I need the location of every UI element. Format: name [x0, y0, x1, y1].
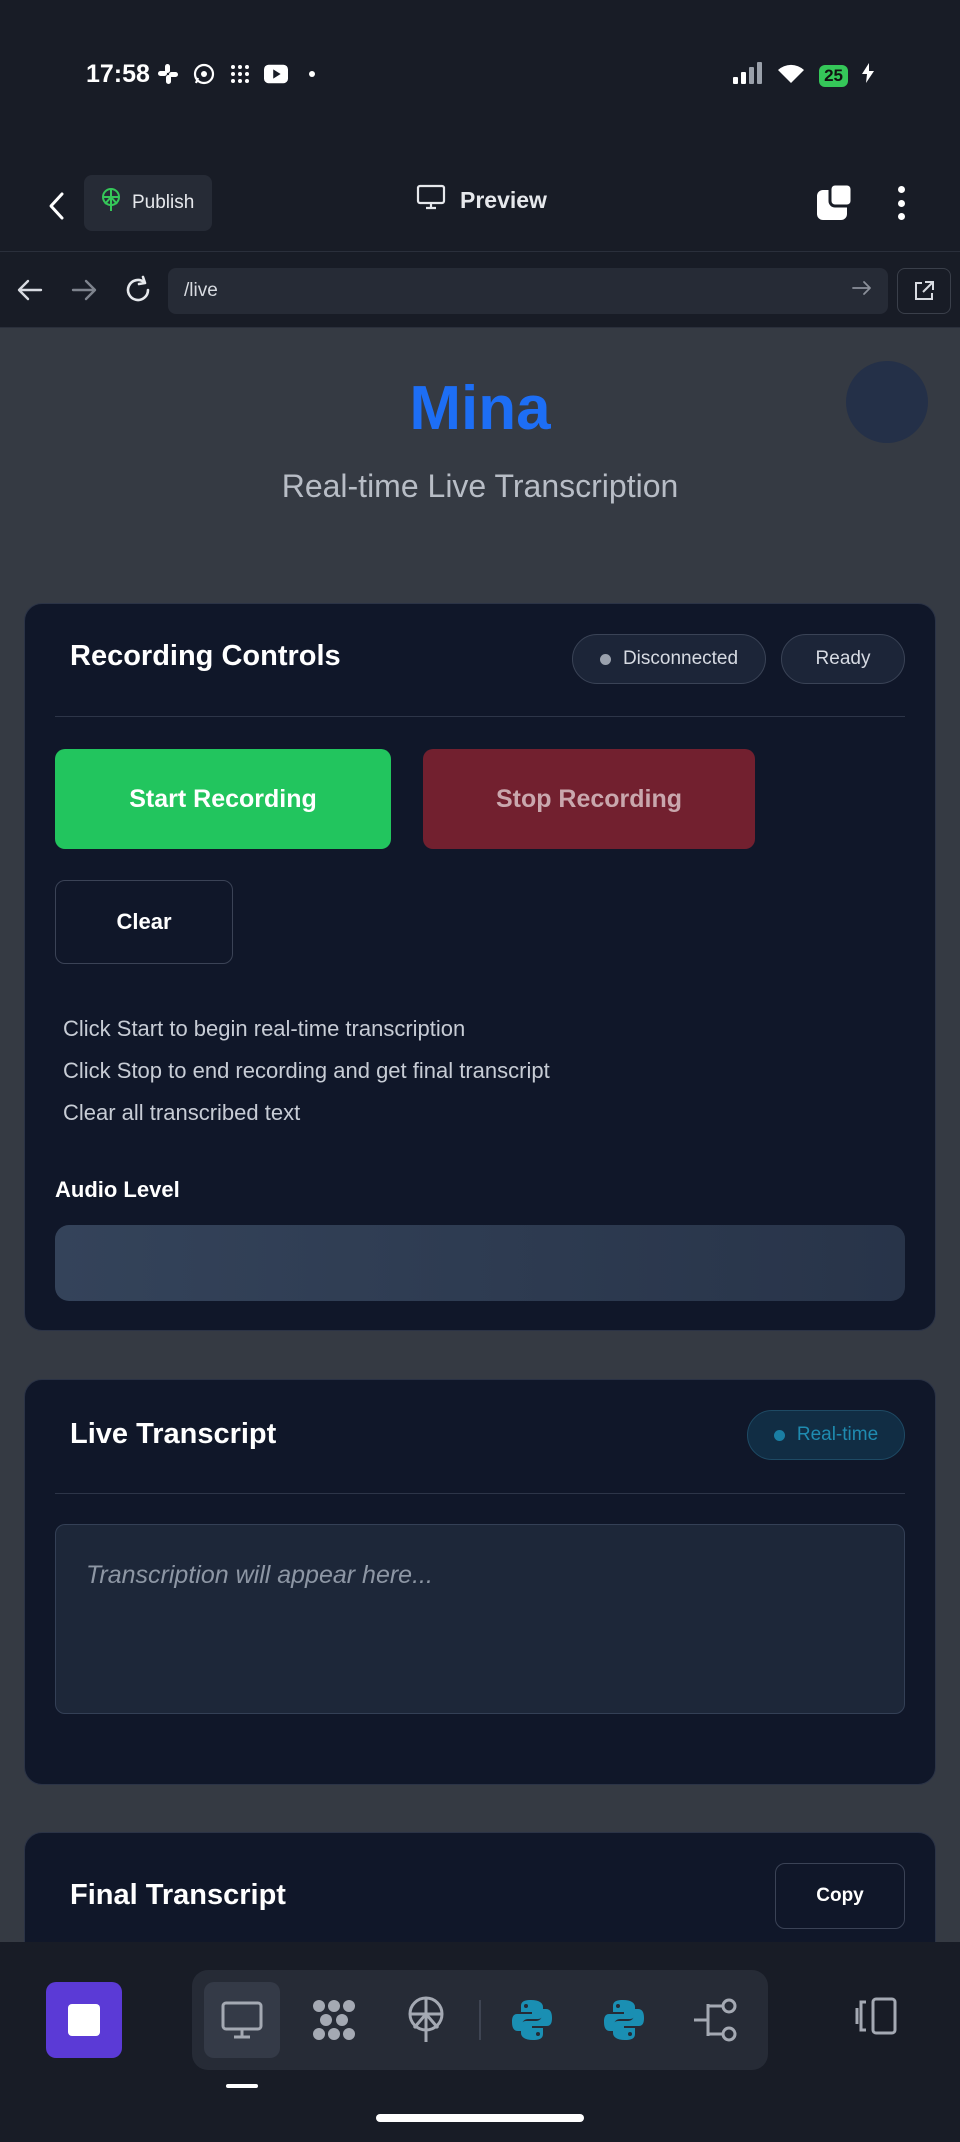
- app-header: Publish Preview: [0, 160, 960, 252]
- hint-text: Click Stop to end recording and get fina…: [63, 1058, 550, 1083]
- status-time: 17:58: [86, 60, 150, 88]
- page-subtitle: Real-time Live Transcription: [281, 468, 679, 504]
- notification-icons: [156, 62, 324, 86]
- divider: [55, 1493, 905, 1494]
- nav-back-button[interactable]: [10, 270, 50, 310]
- chevron-left-icon: [49, 192, 64, 220]
- stop-recording-button[interactable]: Stop Recording: [423, 749, 755, 849]
- state-status-badge: Ready: [781, 634, 905, 684]
- arrow-left-icon: [17, 279, 43, 301]
- bottom-dock: [0, 1942, 960, 2142]
- system-status: 25: [733, 62, 874, 89]
- publish-label: Publish: [132, 192, 195, 213]
- network-icon: [313, 2000, 355, 2040]
- state-status-label: Ready: [815, 648, 871, 669]
- live-transcript-card: Live Transcript Real-time Transcription …: [24, 1379, 936, 1785]
- tool-python-1[interactable]: [494, 1982, 570, 2058]
- wifi-icon: [777, 62, 805, 89]
- hint-text: Click Start to begin real-time transcrip…: [63, 1016, 466, 1041]
- tool-python-2[interactable]: [586, 1982, 662, 2058]
- card-title: Live Transcript: [70, 1418, 277, 1450]
- stop-icon: [68, 2004, 100, 2036]
- tool-group: [192, 1970, 768, 2070]
- url-text: /live: [184, 280, 218, 301]
- page-content: Mina Real-time Live Transcription Record…: [0, 328, 960, 1942]
- brand-title: Mina: [409, 374, 551, 443]
- publish-icon: [100, 188, 122, 218]
- card-title: Final Transcript: [70, 1879, 286, 1911]
- git-branch-icon: [694, 1998, 737, 2042]
- audio-level-label: Audio Level: [55, 1177, 180, 1202]
- clear-button[interactable]: Clear: [55, 880, 233, 964]
- youtube-icon: [264, 62, 288, 86]
- connection-status-badge: Disconnected: [572, 634, 766, 684]
- status-bar: 17:58 25: [0, 0, 960, 160]
- status-dot: [773, 1429, 785, 1441]
- start-recording-button[interactable]: Start Recording: [55, 749, 391, 849]
- copy-button[interactable]: Copy: [775, 1863, 905, 1929]
- slack-icon: [156, 62, 180, 86]
- transcript-placeholder: Transcription will appear here...: [86, 1561, 433, 1589]
- python-icon: [512, 2000, 552, 2040]
- live-transcript-area[interactable]: Transcription will appear here...: [55, 1524, 905, 1714]
- connection-status-label: Disconnected: [622, 648, 739, 669]
- preview-title: Preview: [416, 184, 547, 216]
- final-transcript-card: Final Transcript Copy: [24, 1832, 936, 1942]
- tool-network[interactable]: [296, 1982, 372, 2058]
- nav-forward-button[interactable]: [64, 270, 104, 310]
- card-title: Recording Controls: [70, 640, 341, 672]
- charging-icon: [862, 63, 874, 88]
- more-dot: [897, 213, 905, 220]
- tabs-button[interactable]: [814, 182, 856, 224]
- publish-button[interactable]: Publish: [84, 175, 212, 231]
- external-link-icon: [915, 281, 934, 300]
- monitor-icon: [416, 184, 446, 216]
- hint-text: Clear all transcribed text: [63, 1100, 301, 1125]
- side-panel-icon: [855, 1997, 897, 2035]
- realtime-label: Real-time: [796, 1424, 879, 1445]
- recording-controls-card: Recording Controls Disconnected Ready St…: [24, 603, 936, 1331]
- more-dot: [897, 199, 905, 207]
- home-indicator: [376, 2114, 584, 2122]
- open-external-button[interactable]: [897, 268, 951, 314]
- preview-label: Preview: [460, 186, 547, 213]
- back-button[interactable]: [38, 186, 74, 226]
- audio-level-meter: [55, 1225, 905, 1301]
- active-tab-indicator: [226, 2084, 258, 2088]
- layout-toggle-button[interactable]: [848, 1988, 904, 2044]
- arrow-right-icon: [71, 279, 97, 301]
- more-notifications-icon: [300, 62, 324, 86]
- tool-git[interactable]: [678, 1982, 754, 2058]
- divider: [479, 2000, 481, 2040]
- tool-deploy[interactable]: [388, 1982, 464, 2058]
- more-options-button[interactable]: [886, 182, 916, 224]
- signal-icon: [733, 62, 763, 89]
- monitor-icon: [221, 2001, 263, 2039]
- stop-app-button[interactable]: [46, 1982, 122, 2058]
- realtime-badge: Real-time: [747, 1410, 905, 1460]
- battery-indicator: 25: [819, 64, 848, 87]
- reload-icon: [126, 275, 150, 302]
- tool-preview[interactable]: [204, 1982, 280, 2058]
- more-dot: [897, 186, 905, 193]
- whatsapp-icon: [192, 62, 216, 86]
- reload-button[interactable]: [118, 270, 158, 310]
- browser-nav: /live: [0, 252, 960, 328]
- tabs-icon: [817, 182, 854, 220]
- go-icon[interactable]: [852, 280, 872, 302]
- dots-grid-icon: [228, 62, 252, 86]
- divider: [55, 716, 905, 717]
- status-dot: [599, 653, 611, 665]
- avatar[interactable]: [846, 361, 928, 443]
- python-icon: [604, 2000, 644, 2040]
- url-bar[interactable]: /live: [168, 268, 888, 314]
- deploy-icon: [408, 1996, 444, 2042]
